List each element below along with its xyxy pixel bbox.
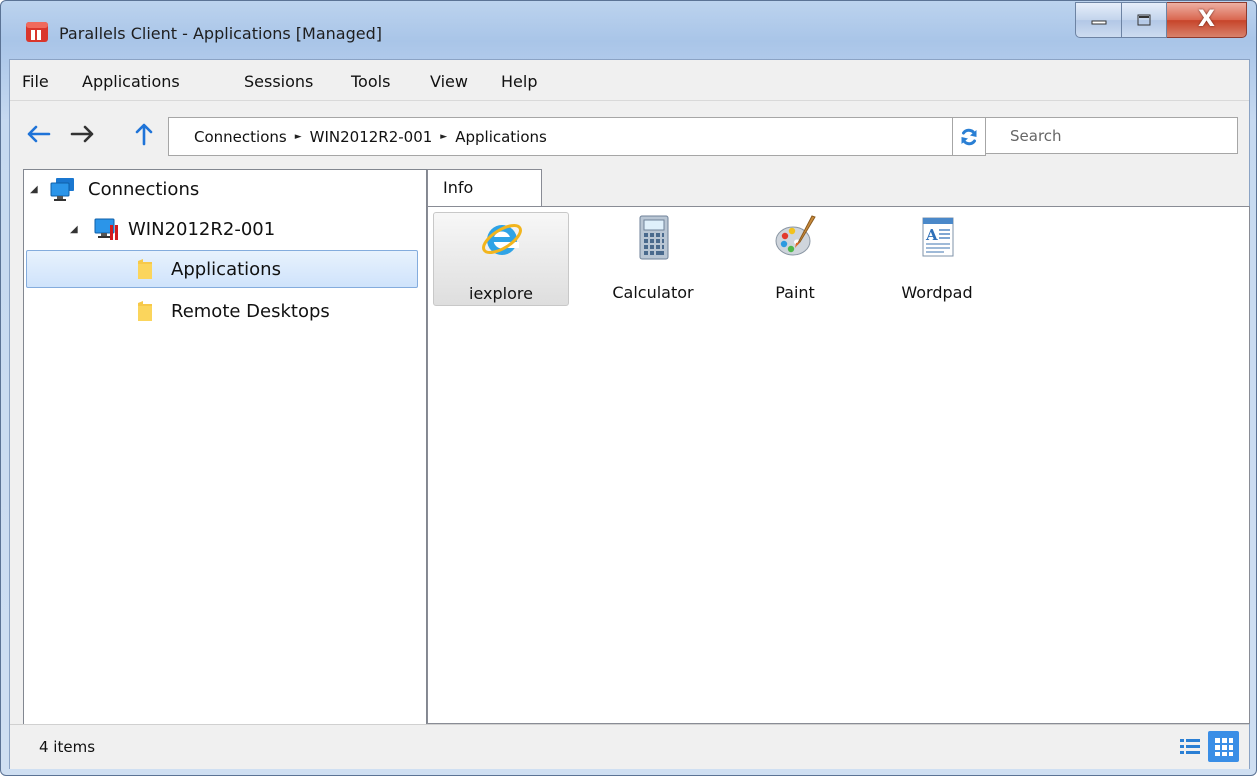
status-bar: 4 items bbox=[10, 724, 1249, 769]
breadcrumb-separator-icon[interactable]: ► bbox=[440, 132, 447, 142]
close-button[interactable]: X bbox=[1167, 2, 1247, 38]
applications-view: iexplore Calculator Paint A Wordpad bbox=[427, 206, 1250, 724]
menu-tools[interactable]: Tools bbox=[351, 72, 390, 91]
forward-arrow-icon bbox=[70, 125, 94, 143]
app-label-iexplore: iexplore bbox=[469, 284, 533, 303]
list-view-icon bbox=[1179, 738, 1200, 754]
server-monitor-icon bbox=[94, 218, 118, 240]
minimize-icon bbox=[1091, 20, 1106, 25]
folder-icon bbox=[138, 259, 152, 279]
app-tile-wordpad[interactable]: A Wordpad bbox=[870, 212, 1004, 304]
window-title: Parallels Client - Applications [Managed… bbox=[59, 24, 382, 43]
monitor-icon bbox=[50, 178, 74, 201]
internet-explorer-icon bbox=[479, 216, 525, 262]
wordpad-icon: A bbox=[915, 215, 961, 261]
maximize-icon bbox=[1137, 14, 1151, 26]
app-label-calculator: Calculator bbox=[612, 283, 694, 302]
details-view-button[interactable] bbox=[1174, 731, 1205, 762]
breadcrumb-item-server[interactable]: WIN2012R2-001 bbox=[310, 128, 433, 146]
up-arrow-icon bbox=[135, 123, 153, 146]
refresh-button[interactable] bbox=[952, 117, 986, 156]
client-area: File Applications Sessions Tools View He… bbox=[9, 59, 1250, 769]
collapse-triangle-icon[interactable]: ◢ bbox=[30, 184, 44, 195]
tree-item-remote-desktops[interactable]: Remote Desktops bbox=[27, 292, 417, 330]
tree-item-server[interactable]: ◢ WIN2012R2-001 bbox=[70, 210, 420, 248]
breadcrumb-item-connections[interactable]: Connections bbox=[194, 128, 287, 146]
tab-info-label: Info bbox=[443, 178, 474, 197]
tree-label-applications: Applications bbox=[171, 258, 281, 280]
caption-buttons: X bbox=[1075, 2, 1247, 38]
minimize-button[interactable] bbox=[1075, 2, 1122, 38]
calculator-icon bbox=[631, 215, 677, 261]
parallels-app-icon bbox=[26, 22, 48, 42]
menu-view[interactable]: View bbox=[430, 72, 468, 91]
breadcrumb-item-applications[interactable]: Applications bbox=[455, 128, 547, 146]
app-tile-calculator[interactable]: Calculator bbox=[586, 212, 720, 304]
folder-icon bbox=[138, 301, 152, 321]
status-item-count: 4 items bbox=[39, 738, 96, 756]
maximize-button[interactable] bbox=[1122, 2, 1167, 38]
back-button[interactable] bbox=[21, 117, 55, 151]
app-tile-paint[interactable]: Paint bbox=[728, 212, 862, 304]
app-label-paint: Paint bbox=[775, 283, 815, 302]
breadcrumb[interactable]: Connections ► WIN2012R2-001 ► Applicatio… bbox=[168, 117, 953, 156]
search-input[interactable] bbox=[985, 117, 1238, 154]
breadcrumb-path: Connections ► WIN2012R2-001 ► Applicatio… bbox=[194, 128, 547, 146]
icon-view-button[interactable] bbox=[1208, 731, 1239, 762]
close-icon: X bbox=[1198, 7, 1215, 32]
menu-bar: File Applications Sessions Tools View He… bbox=[10, 60, 1249, 101]
collapse-triangle-icon[interactable]: ◢ bbox=[70, 224, 84, 235]
tree-item-connections[interactable]: ◢ Connections bbox=[30, 170, 420, 208]
connections-tree: ◢ Connections ◢ WIN2012R2-001 Applicatio… bbox=[23, 169, 427, 725]
back-arrow-icon bbox=[27, 125, 51, 143]
navigation-bar: Connections ► WIN2012R2-001 ► Applicatio… bbox=[10, 101, 1249, 168]
grid-view-icon bbox=[1214, 737, 1233, 756]
menu-file[interactable]: File bbox=[22, 72, 49, 91]
up-button[interactable] bbox=[127, 117, 161, 151]
menu-applications[interactable]: Applications bbox=[82, 72, 180, 91]
tree-item-applications[interactable]: Applications bbox=[26, 250, 418, 288]
app-window: Parallels Client - Applications [Managed… bbox=[0, 0, 1257, 776]
main-panel: Info iexplore Calculator Paint A Wordpad bbox=[427, 169, 1256, 724]
title-bar[interactable]: Parallels Client - Applications [Managed… bbox=[1, 1, 1256, 59]
paint-palette-icon bbox=[773, 215, 819, 261]
menu-sessions[interactable]: Sessions bbox=[244, 72, 313, 91]
tab-info[interactable]: Info bbox=[427, 169, 542, 207]
tree-label-server: WIN2012R2-001 bbox=[128, 218, 276, 240]
menu-help[interactable]: Help bbox=[501, 72, 537, 91]
breadcrumb-separator-icon[interactable]: ► bbox=[295, 132, 302, 142]
app-label-wordpad: Wordpad bbox=[901, 283, 973, 302]
svg-text:A: A bbox=[925, 226, 938, 244]
tree-label-remote-desktops: Remote Desktops bbox=[171, 300, 330, 322]
app-tile-iexplore[interactable]: iexplore bbox=[433, 212, 569, 306]
refresh-icon bbox=[961, 128, 977, 145]
tree-label-connections: Connections bbox=[88, 178, 200, 200]
forward-button[interactable] bbox=[66, 117, 100, 151]
